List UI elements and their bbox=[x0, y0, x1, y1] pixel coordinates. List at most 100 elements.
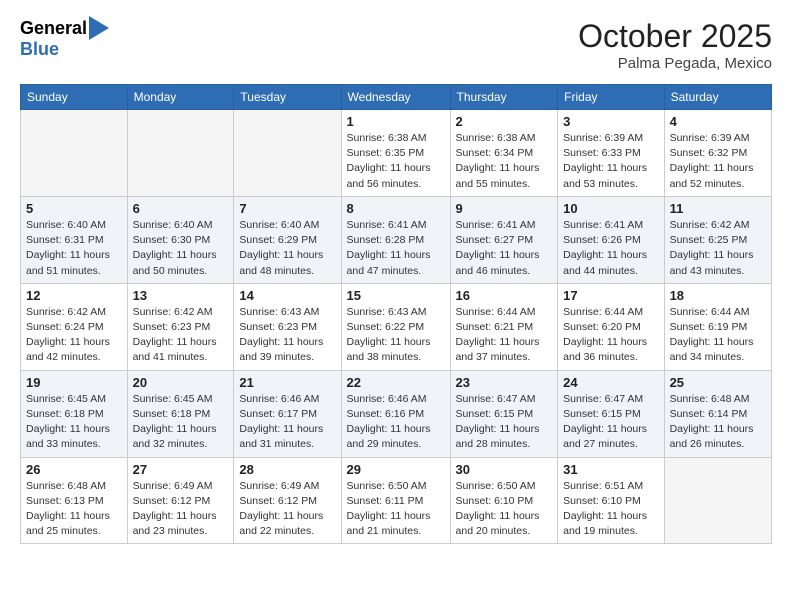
day-number: 12 bbox=[26, 288, 122, 303]
day-number: 13 bbox=[133, 288, 229, 303]
day-number: 26 bbox=[26, 462, 122, 477]
day-number: 17 bbox=[563, 288, 658, 303]
calendar-cell: 30Sunrise: 6:50 AM Sunset: 6:10 PM Dayli… bbox=[450, 457, 558, 544]
calendar-cell: 9Sunrise: 6:41 AM Sunset: 6:27 PM Daylig… bbox=[450, 196, 558, 283]
day-number: 24 bbox=[563, 375, 658, 390]
day-number: 8 bbox=[347, 201, 445, 216]
calendar-cell: 13 Sunrise: 6:42 AM Sunset: 6:23 PM Dayli… bbox=[127, 283, 234, 370]
calendar-cell: 26 Sunrise: 6:48 AM Sunset: 6:13 PM Dayli… bbox=[21, 457, 128, 544]
day-number: 4 bbox=[670, 114, 766, 129]
day-number: 2 bbox=[456, 114, 553, 129]
calendar-week-row: 19Sunrise: 6:45 AM Sunset: 6:18 PM Dayli… bbox=[21, 370, 772, 457]
calendar-week-row: 1Sunrise: 6:38 AM Sunset: 6:35 PM Daylig… bbox=[21, 110, 772, 197]
day-info: Sunrise: 6:49 AM Sunset: 6:12 PM Dayligh… bbox=[133, 479, 229, 540]
calendar-cell: 4 Sunrise: 6:39 AM Sunset: 6:32 PM Daylig… bbox=[664, 110, 771, 197]
day-number: 21 bbox=[239, 375, 335, 390]
calendar-cell: 21 Sunrise: 6:46 AM Sunset: 6:17 PM Dayli… bbox=[234, 370, 341, 457]
calendar-cell: 6 Sunrise: 6:40 AM Sunset: 6:30 PM Daylig… bbox=[127, 196, 234, 283]
day-info: Sunrise: 6:43 AM Sunset: 6:23 PM Dayligh… bbox=[239, 305, 335, 366]
calendar-header-row: SundayMondayTuesdayWednesdayThursdayFrid… bbox=[21, 85, 772, 110]
day-number: 3 bbox=[563, 114, 658, 129]
day-number: 23 bbox=[456, 375, 553, 390]
col-header-monday: Monday bbox=[127, 85, 234, 110]
calendar-week-row: 12 Sunrise: 6:42 AM Sunset: 6:24 PM Dayli… bbox=[21, 283, 772, 370]
day-info: Sunrise: 6:42 AM Sunset: 6:23 PM Dayligh… bbox=[133, 305, 229, 366]
calendar-cell bbox=[664, 457, 771, 544]
day-number: 25 bbox=[670, 375, 766, 390]
calendar-cell: 27 Sunrise: 6:49 AM Sunset: 6:12 PM Dayli… bbox=[127, 457, 234, 544]
calendar-cell: 19Sunrise: 6:45 AM Sunset: 6:18 PM Dayli… bbox=[21, 370, 128, 457]
day-info: Sunrise: 6:40 AM Sunset: 6:30 PM Dayligh… bbox=[133, 218, 229, 279]
header: General Blue October 2025 Palma Pegada, … bbox=[20, 18, 772, 72]
day-info: Sunrise: 6:43 AM Sunset: 6:22 PM Dayligh… bbox=[347, 305, 445, 366]
calendar-cell: 7 Sunrise: 6:40 AM Sunset: 6:29 PM Daylig… bbox=[234, 196, 341, 283]
day-info: Sunrise: 6:47 AM Sunset: 6:15 PM Dayligh… bbox=[456, 392, 553, 453]
col-header-sunday: Sunday bbox=[21, 85, 128, 110]
logo-triangle-icon bbox=[89, 16, 109, 40]
month-title: October 2025 bbox=[578, 18, 772, 55]
calendar-cell: 29Sunrise: 6:50 AM Sunset: 6:11 PM Dayli… bbox=[341, 457, 450, 544]
day-info: Sunrise: 6:39 AM Sunset: 6:33 PM Dayligh… bbox=[563, 131, 658, 192]
day-number: 20 bbox=[133, 375, 229, 390]
day-number: 6 bbox=[133, 201, 229, 216]
calendar-cell bbox=[234, 110, 341, 197]
calendar-cell: 15 Sunrise: 6:43 AM Sunset: 6:22 PM Dayli… bbox=[341, 283, 450, 370]
calendar-cell: 1Sunrise: 6:38 AM Sunset: 6:35 PM Daylig… bbox=[341, 110, 450, 197]
day-number: 22 bbox=[347, 375, 445, 390]
day-number: 14 bbox=[239, 288, 335, 303]
day-info: Sunrise: 6:44 AM Sunset: 6:19 PM Dayligh… bbox=[670, 305, 766, 366]
day-info: Sunrise: 6:45 AM Sunset: 6:18 PM Dayligh… bbox=[133, 392, 229, 453]
day-info: Sunrise: 6:44 AM Sunset: 6:20 PM Dayligh… bbox=[563, 305, 658, 366]
day-info: Sunrise: 6:42 AM Sunset: 6:25 PM Dayligh… bbox=[670, 218, 766, 279]
calendar-cell: 24Sunrise: 6:47 AM Sunset: 6:15 PM Dayli… bbox=[558, 370, 664, 457]
location: Palma Pegada, Mexico bbox=[578, 55, 772, 72]
logo-general: General bbox=[20, 18, 109, 40]
calendar-table: SundayMondayTuesdayWednesdayThursdayFrid… bbox=[20, 84, 772, 544]
day-info: Sunrise: 6:46 AM Sunset: 6:17 PM Dayligh… bbox=[239, 392, 335, 453]
day-info: Sunrise: 6:50 AM Sunset: 6:11 PM Dayligh… bbox=[347, 479, 445, 540]
calendar-week-row: 5Sunrise: 6:40 AM Sunset: 6:31 PM Daylig… bbox=[21, 196, 772, 283]
day-number: 16 bbox=[456, 288, 553, 303]
calendar-cell: 22Sunrise: 6:46 AM Sunset: 6:16 PM Dayli… bbox=[341, 370, 450, 457]
calendar-cell: 20 Sunrise: 6:45 AM Sunset: 6:18 PM Dayli… bbox=[127, 370, 234, 457]
day-number: 28 bbox=[239, 462, 335, 477]
col-header-thursday: Thursday bbox=[450, 85, 558, 110]
day-number: 10 bbox=[563, 201, 658, 216]
title-block: October 2025 Palma Pegada, Mexico bbox=[578, 18, 772, 72]
day-info: Sunrise: 6:49 AM Sunset: 6:12 PM Dayligh… bbox=[239, 479, 335, 540]
day-info: Sunrise: 6:41 AM Sunset: 6:26 PM Dayligh… bbox=[563, 218, 658, 279]
calendar-cell: 12 Sunrise: 6:42 AM Sunset: 6:24 PM Dayli… bbox=[21, 283, 128, 370]
day-number: 27 bbox=[133, 462, 229, 477]
calendar-cell bbox=[21, 110, 128, 197]
col-header-tuesday: Tuesday bbox=[234, 85, 341, 110]
calendar-cell: 11 Sunrise: 6:42 AM Sunset: 6:25 PM Dayli… bbox=[664, 196, 771, 283]
day-number: 5 bbox=[26, 201, 122, 216]
day-number: 11 bbox=[670, 201, 766, 216]
day-info: Sunrise: 6:42 AM Sunset: 6:24 PM Dayligh… bbox=[26, 305, 122, 366]
calendar-cell: 23 Sunrise: 6:47 AM Sunset: 6:15 PM Dayli… bbox=[450, 370, 558, 457]
calendar-week-row: 26 Sunrise: 6:48 AM Sunset: 6:13 PM Dayli… bbox=[21, 457, 772, 544]
day-info: Sunrise: 6:48 AM Sunset: 6:14 PM Dayligh… bbox=[670, 392, 766, 453]
col-header-friday: Friday bbox=[558, 85, 664, 110]
day-info: Sunrise: 6:38 AM Sunset: 6:34 PM Dayligh… bbox=[456, 131, 553, 192]
day-info: Sunrise: 6:38 AM Sunset: 6:35 PM Dayligh… bbox=[347, 131, 445, 192]
calendar-cell: 31Sunrise: 6:51 AM Sunset: 6:10 PM Dayli… bbox=[558, 457, 664, 544]
calendar-cell: 5Sunrise: 6:40 AM Sunset: 6:31 PM Daylig… bbox=[21, 196, 128, 283]
day-info: Sunrise: 6:39 AM Sunset: 6:32 PM Dayligh… bbox=[670, 131, 766, 192]
logo-text: General Blue bbox=[20, 18, 109, 60]
day-number: 18 bbox=[670, 288, 766, 303]
day-info: Sunrise: 6:51 AM Sunset: 6:10 PM Dayligh… bbox=[563, 479, 658, 540]
day-number: 15 bbox=[347, 288, 445, 303]
day-number: 7 bbox=[239, 201, 335, 216]
calendar-cell: 14 Sunrise: 6:43 AM Sunset: 6:23 PM Dayli… bbox=[234, 283, 341, 370]
col-header-wednesday: Wednesday bbox=[341, 85, 450, 110]
col-header-saturday: Saturday bbox=[664, 85, 771, 110]
calendar-cell: 17 Sunrise: 6:44 AM Sunset: 6:20 PM Dayli… bbox=[558, 283, 664, 370]
calendar-cell: 25 Sunrise: 6:48 AM Sunset: 6:14 PM Dayli… bbox=[664, 370, 771, 457]
logo: General Blue bbox=[20, 18, 109, 60]
day-info: Sunrise: 6:40 AM Sunset: 6:29 PM Dayligh… bbox=[239, 218, 335, 279]
day-info: Sunrise: 6:45 AM Sunset: 6:18 PM Dayligh… bbox=[26, 392, 122, 453]
page: General Blue October 2025 Palma Pegada, … bbox=[0, 0, 792, 612]
calendar-cell: 16Sunrise: 6:44 AM Sunset: 6:21 PM Dayli… bbox=[450, 283, 558, 370]
day-info: Sunrise: 6:48 AM Sunset: 6:13 PM Dayligh… bbox=[26, 479, 122, 540]
